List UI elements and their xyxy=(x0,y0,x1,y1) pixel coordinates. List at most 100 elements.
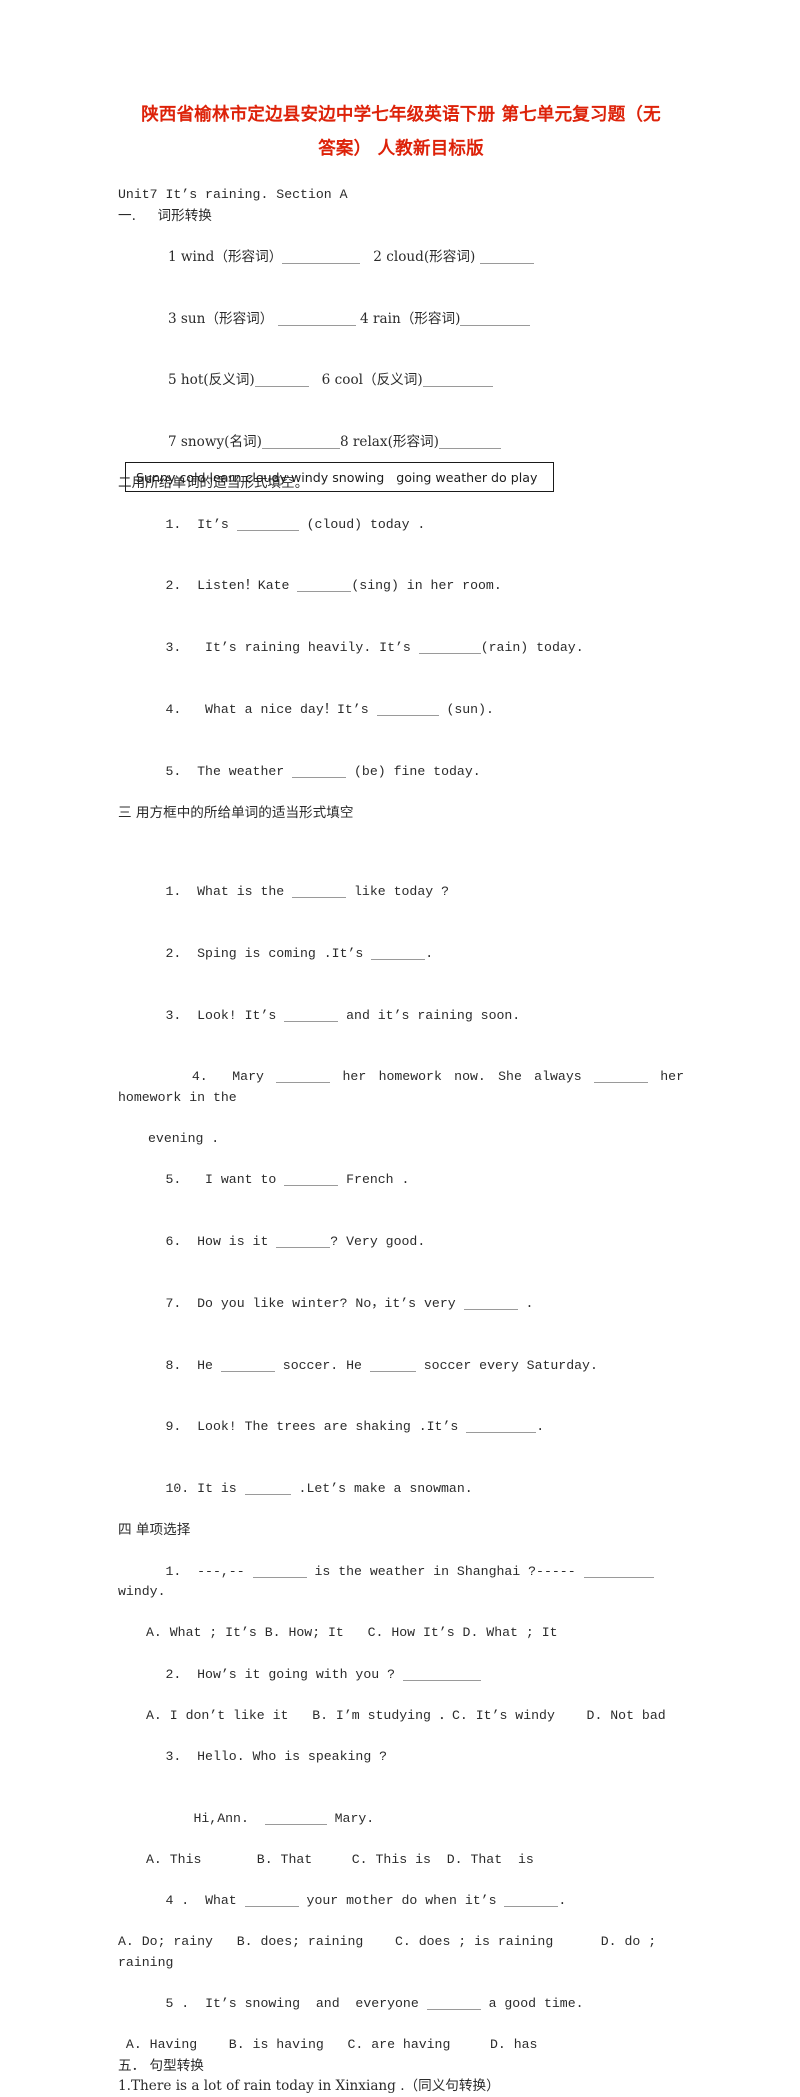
item-text: Look! The trees are shaking .It’s xyxy=(197,1419,467,1435)
answer-blank[interactable] xyxy=(261,435,340,450)
section-three-item-5: 5. I want to French . xyxy=(118,1150,684,1212)
item-text: The weather xyxy=(197,763,293,779)
section-two-item-3: 3. It’s raining heavily. It’s (rain) tod… xyxy=(118,617,684,679)
item-text: a good time. xyxy=(480,1996,584,2012)
answer-blank[interactable] xyxy=(236,517,299,531)
item-number: 1. xyxy=(165,1563,182,1579)
section-four-question-3-options[interactable]: A. This B. That C. This is D. That is xyxy=(118,1850,684,1871)
item-text: How is it xyxy=(197,1234,277,1250)
answer-blank[interactable] xyxy=(220,1358,275,1372)
item-number: 5. xyxy=(165,763,182,779)
answer-blank[interactable] xyxy=(244,1481,291,1496)
answer-blank[interactable] xyxy=(244,1893,299,1908)
item-text: her homework now. She always xyxy=(330,1069,594,1085)
answer-blank[interactable] xyxy=(583,1564,654,1578)
section-four-question-5-stem: 5 . It’s snowing and everyone a good tim… xyxy=(118,1973,684,2035)
answer-blank[interactable] xyxy=(264,1811,327,1825)
section-three-item-4: 4. Mary her homework now. She always her… xyxy=(118,1047,684,1129)
item-text: your mother do when it’s xyxy=(298,1893,505,1909)
item-text: It is xyxy=(197,1481,245,1497)
item-number: 4 . xyxy=(165,1893,190,1909)
answer-blank[interactable] xyxy=(479,250,534,264)
answer-blank[interactable] xyxy=(276,1069,331,1084)
word-form-item-5: 5 hot(反义词) xyxy=(167,372,255,389)
item-text: Mary xyxy=(232,1069,277,1085)
item-text: It’s xyxy=(197,516,237,532)
answer-blank[interactable] xyxy=(466,1419,537,1434)
item-text: How’s it going with you ? xyxy=(197,1666,403,1682)
answer-blank[interactable] xyxy=(282,250,361,264)
word-form-item-1: 1 wind（形容词） xyxy=(167,248,283,265)
item-text: What is the xyxy=(197,884,293,899)
section-four-question-5-options[interactable]: A. Having B. is having C. are having D. … xyxy=(118,2035,684,2056)
section-two-item-4: 4. What a nice day！It’s (sun). xyxy=(118,679,684,741)
answer-blank[interactable] xyxy=(284,1172,339,1187)
page-title-line-1: 陕西省榆林市定边县安边中学七年级英语下册 第七单元复习题（无 xyxy=(141,105,661,125)
section-three-item-1: 1. What is the like today ? xyxy=(118,861,684,923)
item-text: (be) fine today. xyxy=(346,763,481,779)
word-bank-box: Sunny cold learn cloudy windy snowing go… xyxy=(125,462,554,492)
page-title-line-2: 答案） 人教新目标版 xyxy=(318,139,484,159)
section-four-question-2-stem: 2. How’s it going with you ? xyxy=(118,1644,684,1706)
section-one-heading: 一. 词形转换 xyxy=(118,207,212,224)
section-three-heading: 三 用方框中的所给单词的适当形式填空 xyxy=(118,804,354,821)
section-four-question-2-options[interactable]: A. I don’t like it B. I’m studying ．C. I… xyxy=(118,1706,684,1727)
answer-blank[interactable] xyxy=(277,312,356,326)
section-four-question-1-stem: 1. ---,-- is the weather in Shanghai ?--… xyxy=(118,1541,684,1623)
answer-blank[interactable] xyxy=(376,702,439,716)
item-text: and it’s raining soon. xyxy=(338,1007,521,1023)
section-three-item-10: 10. It is .Let’s make a snowman. xyxy=(118,1459,684,1521)
section-three-item-4-cont: evening . xyxy=(148,1131,220,1147)
answer-blank[interactable] xyxy=(292,884,347,898)
word-form-item-6: 6 cool（反义词) xyxy=(321,372,423,389)
section-five-heading: 五． 句型转换 xyxy=(118,2057,204,2074)
answer-blank[interactable] xyxy=(284,1008,339,1022)
answer-blank[interactable] xyxy=(438,435,501,450)
section-four-question-3-stem-line2: Hi,Ann. Mary. xyxy=(118,1788,684,1850)
item-text: soccer every Saturday. xyxy=(415,1357,598,1373)
section-one-row-2: 3 sun（形容词） 4 rain（形容词) xyxy=(118,288,684,350)
section-four-heading: 四 单项选择 xyxy=(118,1522,191,1539)
section-three-item-9: 9. Look! The trees are shaking .It’s . xyxy=(118,1397,684,1459)
answer-blank[interactable] xyxy=(463,1296,518,1310)
answer-blank[interactable] xyxy=(402,1667,481,1681)
item-number: 7. xyxy=(165,1295,182,1311)
answer-blank[interactable] xyxy=(426,1996,481,2011)
item-text: ---,-- xyxy=(197,1563,253,1579)
item-text: What xyxy=(197,1893,245,1909)
item-text: What a nice day！It’s xyxy=(197,701,377,717)
unit-heading: Unit7 It’s raining. Section A xyxy=(118,187,348,202)
item-text: It’s raining heavily. It’s xyxy=(197,640,419,656)
answer-blank[interactable] xyxy=(292,764,347,778)
answer-blank[interactable] xyxy=(371,946,426,960)
answer-blank[interactable] xyxy=(369,1358,416,1372)
item-number: 5. xyxy=(165,1172,182,1188)
item-text: I want to xyxy=(197,1172,285,1188)
item-text: soccer. He xyxy=(274,1357,370,1373)
section-four-question-3-stem: 3. Hello. Who is speaking ? xyxy=(118,1726,684,1788)
answer-blank[interactable] xyxy=(418,640,481,655)
item-text: . xyxy=(558,1893,567,1909)
item-number: 5 . xyxy=(165,1996,190,2012)
answer-blank[interactable] xyxy=(276,1234,331,1249)
item-number: 1. xyxy=(165,884,182,899)
word-form-item-3: 3 sun（形容词） xyxy=(167,310,274,327)
answer-blank[interactable] xyxy=(297,578,352,593)
section-three-item-6: 6. How is it ? Very good. xyxy=(118,1212,684,1274)
answer-blank[interactable] xyxy=(504,1893,559,1908)
item-number: 10. xyxy=(165,1481,190,1497)
section-four-question-1-options[interactable]: A. What ; It’s B. How; It C. How It’s D.… xyxy=(118,1623,684,1644)
answer-blank[interactable] xyxy=(254,373,309,388)
item-text: (rain) today. xyxy=(480,640,584,656)
answer-blank[interactable] xyxy=(252,1564,307,1578)
item-number: 9. xyxy=(165,1419,182,1435)
item-text: Do you like winter? No，it’s very xyxy=(197,1295,464,1311)
section-five-item-1: 1.There is a lot of rain today in Xinxia… xyxy=(118,2078,500,2095)
answer-blank[interactable] xyxy=(422,373,493,388)
answer-blank[interactable] xyxy=(460,312,531,326)
section-four-question-4-options[interactable]: A. Do; rainy B. does; raining C. does ; … xyxy=(118,1932,684,1973)
item-text: (cloud) today . xyxy=(298,516,426,532)
item-text: . xyxy=(425,945,434,961)
answer-blank[interactable] xyxy=(593,1069,648,1084)
item-number: 6. xyxy=(165,1234,182,1250)
